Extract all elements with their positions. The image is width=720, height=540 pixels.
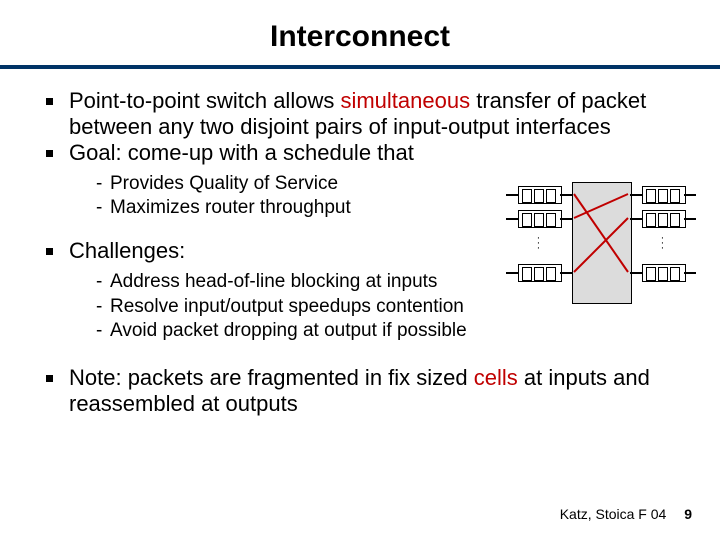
ellipsis-icon: ··· (518, 236, 560, 251)
title-rule (0, 65, 720, 69)
text: Challenges: (69, 238, 185, 264)
bullet-icon (46, 98, 53, 105)
input-queue (518, 264, 562, 282)
input-queue (518, 210, 562, 228)
interconnect-diagram: ··· ··· (516, 178, 686, 308)
output-queue (642, 264, 686, 282)
text: Avoid packet dropping at output if possi… (110, 319, 467, 343)
bullet-icon (46, 150, 53, 157)
text: Goal: come-up with a schedule that (69, 140, 414, 166)
output-queue (642, 210, 686, 228)
text: Provides Quality of Service (110, 172, 338, 196)
bullet-icon (46, 248, 53, 255)
highlight: cells (474, 365, 518, 390)
page-number: 9 (684, 506, 692, 522)
text: Maximizes router throughput (110, 196, 351, 220)
text: Note: packets are fragmented in fix size… (69, 365, 474, 390)
bullet-2: Goal: come-up with a schedule that (46, 140, 680, 166)
slide-title: Interconnect (0, 20, 720, 54)
sub-bullet: -Avoid packet dropping at output if poss… (96, 319, 680, 343)
input-queue (518, 186, 562, 204)
output-queue (642, 186, 686, 204)
slide-footer: Katz, Stoica F 04 9 (560, 506, 692, 522)
attribution: Katz, Stoica F 04 (560, 506, 667, 522)
text: Address head-of-line blocking at inputs (110, 270, 437, 294)
cross-connections (572, 182, 630, 302)
ellipsis-icon: ··· (642, 236, 684, 251)
bullet-4: Note: packets are fragmented in fix size… (46, 365, 680, 417)
highlight: simultaneous (340, 88, 470, 113)
text: Resolve input/output speedups contention (110, 295, 464, 319)
bullet-icon (46, 375, 53, 382)
bullet-1: Point-to-point switch allows simultaneou… (46, 88, 680, 140)
text: Point-to-point switch allows (69, 88, 340, 113)
